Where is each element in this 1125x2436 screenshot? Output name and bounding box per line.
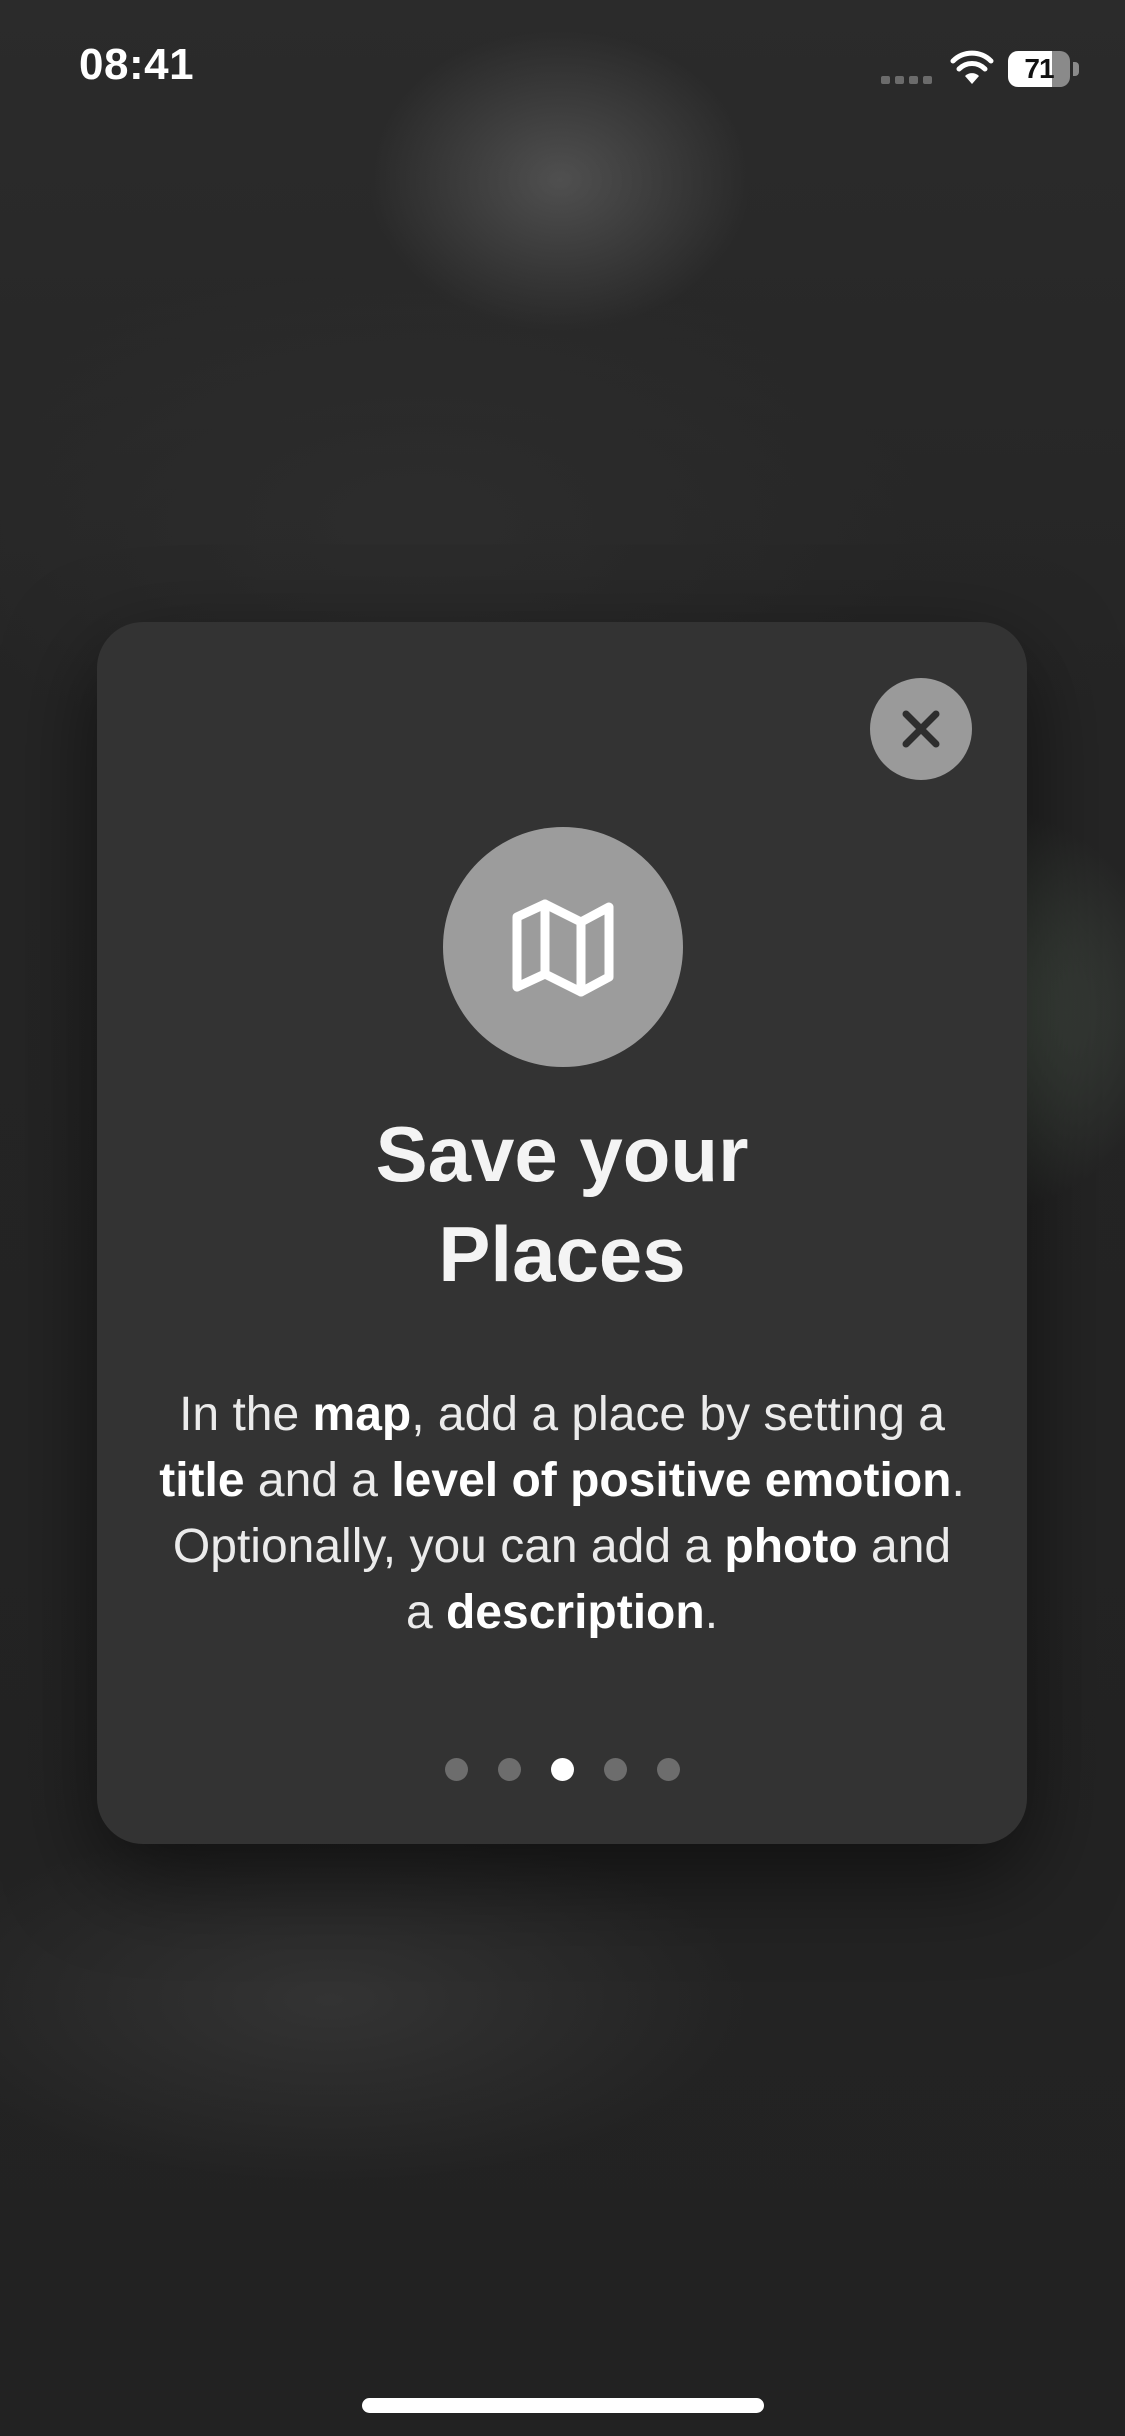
page-indicator[interactable]: [97, 1758, 1027, 1781]
card-title: Save your Places: [97, 1104, 1027, 1304]
page-dot[interactable]: [603, 1758, 627, 1781]
feature-icon-circle: [443, 827, 683, 1067]
card-title-line: Places: [438, 1210, 686, 1298]
description-text: and: [857, 1520, 952, 1573]
description-bold: map: [312, 1388, 412, 1441]
description-line: In the map, add a place by setting a: [137, 1382, 987, 1448]
page-dot[interactable]: [656, 1758, 680, 1781]
description-text: .: [951, 1454, 965, 1507]
description-bold: title: [159, 1454, 245, 1507]
battery-icon: 71: [1008, 51, 1070, 87]
description-text: a: [405, 1586, 446, 1639]
page-dot[interactable]: [497, 1758, 521, 1781]
close-button[interactable]: [870, 678, 972, 780]
card-title-line: Save your: [375, 1110, 749, 1198]
description-line: a description.: [137, 1580, 987, 1646]
page-dot[interactable]: [444, 1758, 468, 1781]
description-text: Optionally, you can add a: [172, 1520, 725, 1573]
description-line: title and a level of positive emotion.: [137, 1448, 987, 1514]
description-text: In the: [179, 1388, 313, 1441]
description-text: and a: [244, 1454, 392, 1507]
onboarding-card: Save your Places In the map, add a place…: [97, 622, 1027, 1844]
status-bar: 08:41 71: [0, 0, 1125, 140]
map-icon: [512, 899, 614, 997]
page-dot-active[interactable]: [550, 1758, 574, 1781]
close-icon: [902, 710, 940, 748]
status-time: 08:41: [79, 40, 195, 89]
wifi-icon: [950, 50, 994, 84]
home-indicator[interactable]: [362, 2398, 764, 2413]
description-bold: level of positive emotion: [391, 1454, 952, 1507]
battery-level: 71: [1024, 53, 1054, 84]
description-line: Optionally, you can add a photo and: [137, 1514, 987, 1580]
description-text: , add a place by setting a: [411, 1388, 945, 1441]
description-bold: description: [445, 1586, 705, 1639]
card-description: In the map, add a place by setting a tit…: [137, 1382, 987, 1646]
description-text: .: [704, 1586, 719, 1639]
cellular-signal-icon: [881, 76, 932, 84]
battery-tip: [1073, 62, 1079, 76]
description-bold: photo: [724, 1520, 858, 1573]
